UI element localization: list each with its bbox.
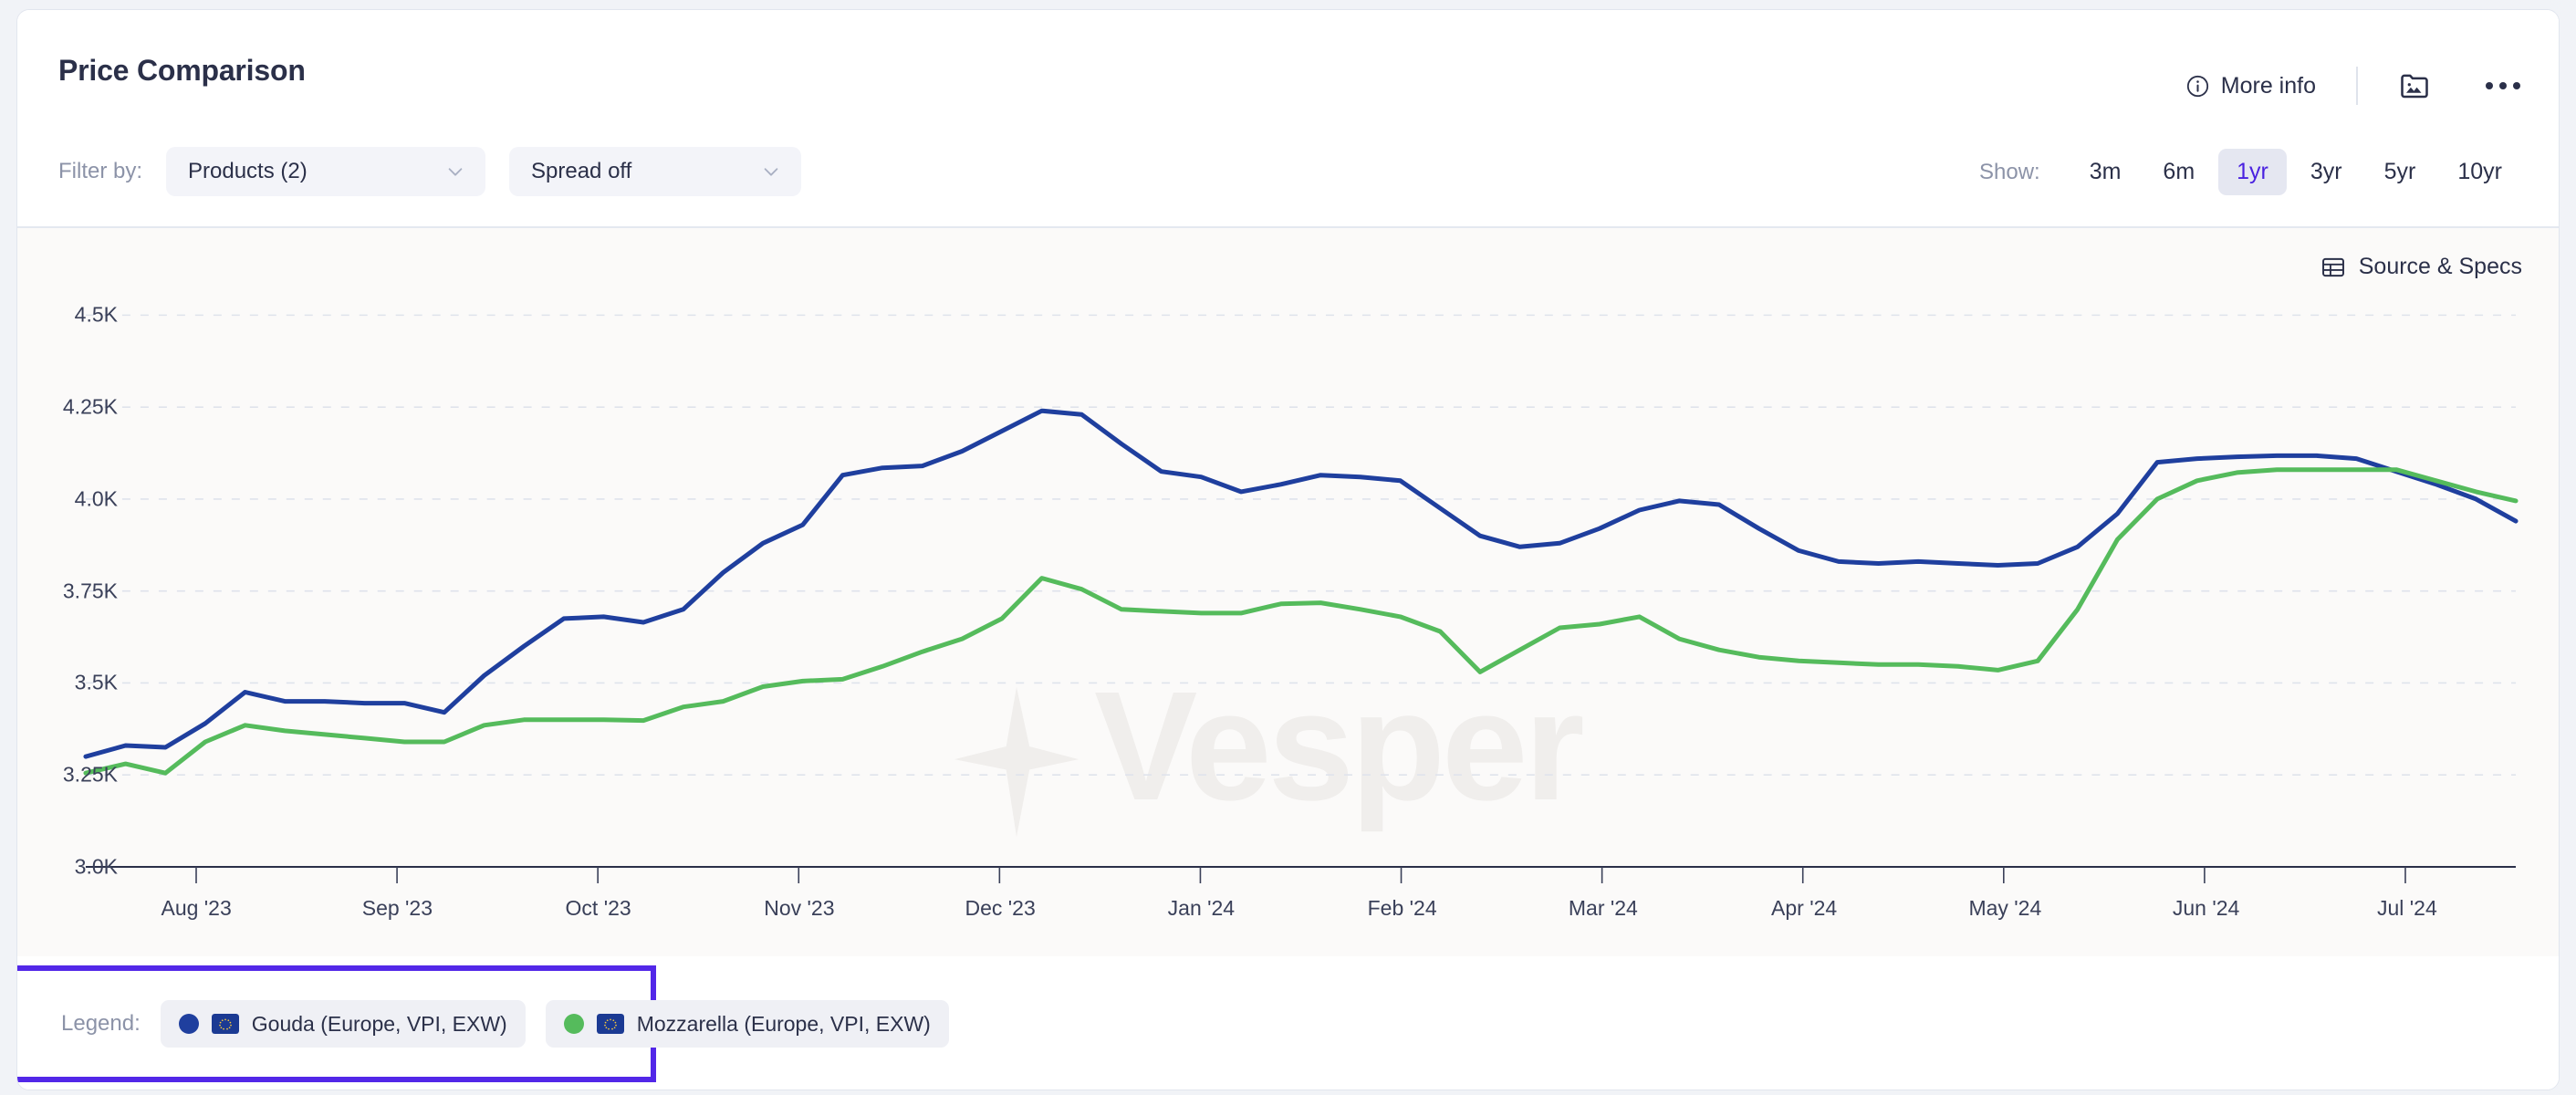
more-info-button[interactable]: More info — [2185, 73, 2316, 99]
legend-item-label: Gouda (Europe, VPI, EXW) — [251, 1011, 507, 1036]
series-line — [83, 408, 2519, 759]
series-color-dot — [178, 1014, 199, 1034]
chevron-down-icon — [448, 168, 463, 176]
y-axis-tick-label: 4.25K — [62, 394, 118, 419]
series-line — [83, 467, 2519, 776]
x-axis-tick-label: Sep '23 — [361, 896, 433, 920]
x-axis-tick-label: Jun '24 — [2172, 896, 2240, 920]
chevron-down-icon — [764, 168, 778, 176]
show-label: Show: — [1978, 159, 2040, 184]
series-color-dot — [563, 1014, 584, 1034]
x-axis-tick-label: Jan '24 — [1167, 896, 1236, 920]
eu-flag-icon — [211, 1014, 239, 1034]
chart-body: Source & Specs Vesper 3.0K 3.25K 3.5K 3.75K… — [17, 228, 2559, 958]
y-axis-tick-label: 4.5K — [74, 302, 118, 327]
y-axis-tick-label: 3.5K — [74, 670, 118, 694]
x-axis-tick-label: Nov '23 — [764, 896, 835, 920]
header-divider — [2356, 67, 2358, 105]
y-axis-tick-label: 3.25K — [62, 762, 118, 787]
range-option-5yr[interactable]: 5yr — [2366, 149, 2435, 195]
x-axis-tick-label: Aug '23 — [161, 896, 232, 920]
info-circle-icon — [2186, 75, 2208, 97]
range-option-6m[interactable]: 6m — [2144, 149, 2213, 195]
x-axis-tick-label: Dec '23 — [965, 896, 1036, 920]
range-option-3yr[interactable]: 3yr — [2292, 149, 2361, 195]
x-axis-tick-label: Oct '23 — [565, 896, 631, 920]
legend-label: Legend: — [61, 1011, 141, 1036]
time-range-selector: Show: 3m 6m 1yr 3yr 5yr 10yr — [1979, 149, 2520, 195]
price-comparison-card: Price Comparison More info Filter by: Pr… — [16, 9, 2560, 1090]
image-folder-icon[interactable] — [2398, 69, 2431, 102]
range-option-10yr[interactable]: 10yr — [2439, 149, 2520, 195]
x-axis-tick-label: Feb '24 — [1367, 896, 1437, 920]
more-actions-menu[interactable] — [2486, 82, 2520, 89]
products-filter-value: Products (2) — [188, 159, 308, 183]
filter-by-label: Filter by: — [58, 159, 143, 183]
legend-highlight-box: Legend: Gouda (Europe, VPI, EXW) Mozzare… — [17, 965, 949, 1082]
legend-item-label: Mozzarella (Europe, VPI, EXW) — [636, 1011, 931, 1036]
x-axis-tick-label: Jul '24 — [2376, 896, 2437, 920]
y-axis-tick-label: 3.0K — [74, 854, 118, 879]
range-option-3m[interactable]: 3m — [2071, 149, 2140, 195]
header-actions: More info — [2185, 67, 2520, 105]
ellipsis-dot — [2499, 82, 2507, 89]
products-filter-dropdown[interactable]: Products (2) — [166, 147, 486, 196]
spread-filter-value: Spread off — [531, 159, 632, 183]
legend-item-mozzarella[interactable]: Mozzarella (Europe, VPI, EXW) — [545, 1000, 949, 1048]
filter-bar: Filter by: Products (2) Spread off — [58, 147, 802, 196]
spread-filter-dropdown[interactable]: Spread off — [509, 147, 802, 196]
x-axis-tick-label: Apr '24 — [1771, 896, 1838, 920]
ellipsis-dot — [2513, 82, 2520, 89]
card-header: Price Comparison More info Filter by: Pr… — [17, 10, 2559, 228]
legend-item-gouda[interactable]: Gouda (Europe, VPI, EXW) — [160, 1000, 526, 1048]
eu-flag-icon — [596, 1014, 624, 1034]
x-axis-tick-label: Mar '24 — [1568, 896, 1638, 920]
price-line-chart — [83, 314, 2519, 883]
y-axis-tick-label: 3.75K — [62, 579, 118, 603]
page-title: Price Comparison — [58, 54, 306, 87]
legend-bar: Legend: Gouda (Europe, VPI, EXW) Mozzare… — [17, 956, 2559, 1090]
x-axis-tick-label: May '24 — [1968, 896, 2042, 920]
more-info-label: More info — [2220, 72, 2316, 99]
range-option-1yr[interactable]: 1yr — [2218, 149, 2287, 195]
y-axis-tick-label: 4.0K — [74, 486, 118, 511]
ellipsis-dot — [2486, 82, 2493, 89]
